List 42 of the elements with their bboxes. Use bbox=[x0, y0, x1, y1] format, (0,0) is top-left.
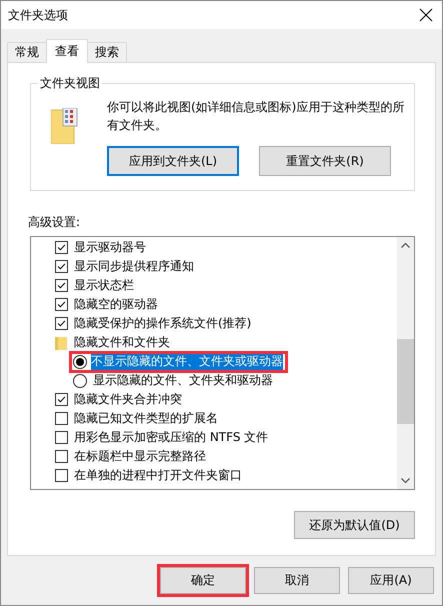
checkbox[interactable] bbox=[55, 298, 68, 311]
group-title: 文件夹视图 bbox=[38, 75, 102, 92]
description-text: 你可以将此视图(如详细信息或图标)应用于这种类型的所有文件夹。 bbox=[107, 99, 406, 134]
restore-defaults-button[interactable]: 还原为默认值(D) bbox=[294, 511, 415, 539]
checkbox[interactable] bbox=[55, 412, 68, 425]
tab[interactable]: 常规 bbox=[7, 42, 47, 62]
folder-view-button[interactable]: 重置文件夹(R) bbox=[259, 146, 391, 176]
option-label: 隐藏已知文件类型的扩展名 bbox=[74, 410, 218, 427]
tab[interactable]: 查看 bbox=[46, 39, 88, 63]
option-label: 用彩色显示加密或压缩的 NTFS 文件 bbox=[74, 429, 268, 446]
option-label: 显示驱动器号 bbox=[74, 239, 146, 256]
folder-icon bbox=[55, 336, 68, 350]
folder-view-button[interactable]: 应用到文件夹(L) bbox=[107, 146, 239, 176]
dialog-button[interactable]: 应用(A) bbox=[348, 567, 434, 594]
option-label: 显示隐藏的文件、文件夹和驱动器 bbox=[93, 372, 273, 389]
group-label: 隐藏文件和文件夹 bbox=[74, 334, 170, 351]
checkbox[interactable] bbox=[55, 279, 68, 292]
close-icon[interactable] bbox=[418, 7, 434, 23]
checkbox[interactable] bbox=[55, 450, 68, 463]
dialog-button[interactable]: 确定 bbox=[160, 567, 246, 594]
scrollbar[interactable] bbox=[397, 237, 414, 489]
checkbox[interactable] bbox=[55, 317, 68, 330]
radio-button[interactable] bbox=[73, 354, 87, 368]
option-label: 隐藏文件夹合并冲突 bbox=[74, 391, 182, 408]
option-label: 隐藏受保护的操作系统文件(推荐) bbox=[74, 315, 252, 332]
radio-button[interactable] bbox=[73, 374, 87, 388]
section-label: 高级设置: bbox=[28, 214, 82, 231]
option-label: 不显示隐藏的文件、文件夹或驱动器 bbox=[91, 353, 283, 370]
option-label: 显示状态栏 bbox=[74, 277, 134, 294]
option-label: 在单独的进程中打开文件夹窗口 bbox=[74, 467, 242, 484]
option-label: 显示同步提供程序通知 bbox=[74, 258, 194, 275]
checkbox[interactable] bbox=[55, 260, 68, 273]
tab[interactable]: 搜索 bbox=[87, 42, 127, 62]
window-title: 文件夹选项 bbox=[8, 6, 68, 24]
checkbox[interactable] bbox=[55, 469, 68, 482]
dialog-button[interactable]: 取消 bbox=[254, 567, 340, 594]
checkbox[interactable] bbox=[55, 241, 68, 254]
checkbox[interactable] bbox=[55, 431, 68, 444]
scrollbar-thumb[interactable] bbox=[397, 339, 414, 424]
option-label: 在标题栏中显示完整路径 bbox=[74, 448, 206, 465]
option-label: 隐藏空的驱动器 bbox=[74, 296, 158, 313]
checkbox[interactable] bbox=[55, 393, 68, 406]
